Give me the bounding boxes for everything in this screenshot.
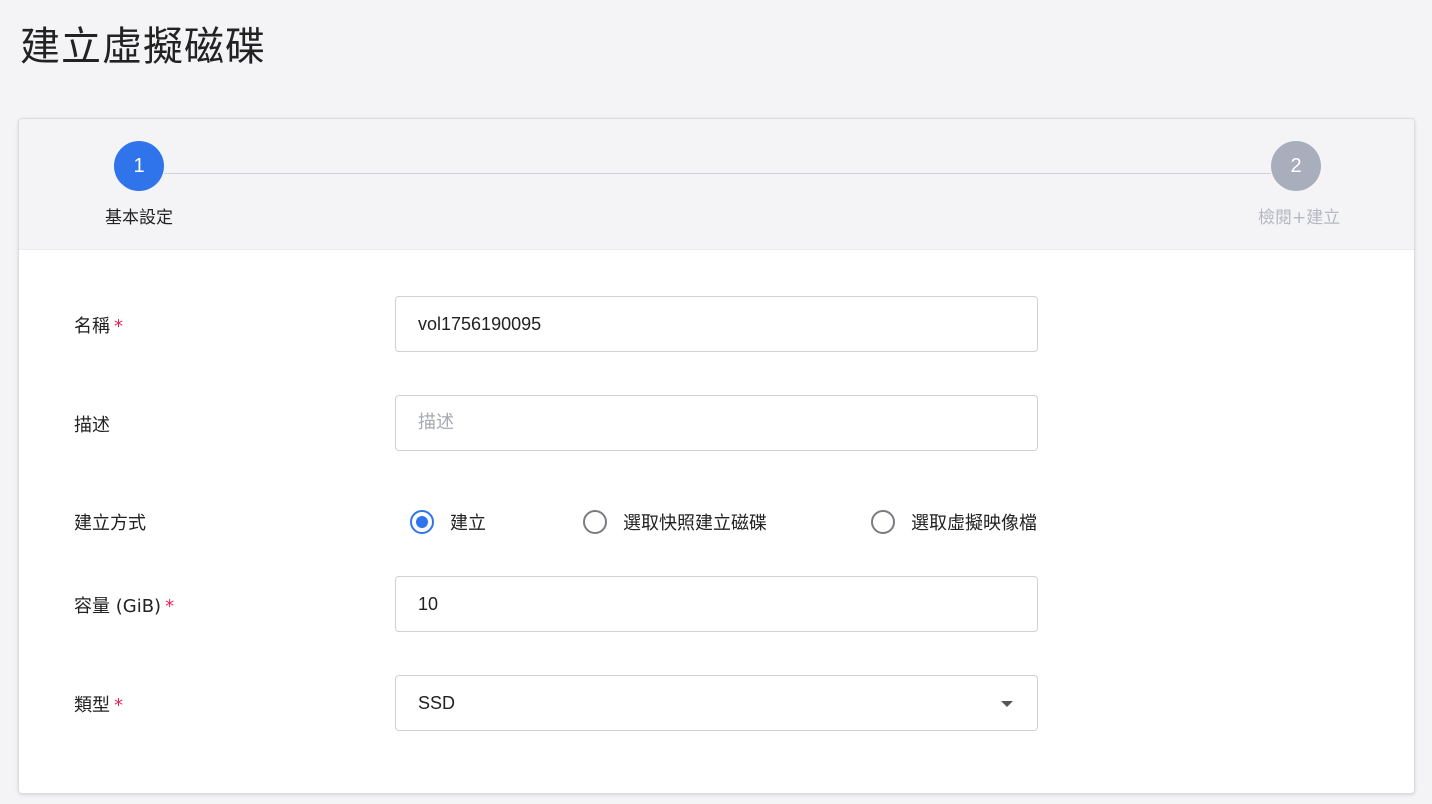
stepper: 1 基本設定 2 檢閱+建立 [19, 119, 1414, 250]
step-2-label: 檢閱+建立 [1258, 208, 1341, 228]
description-label: 描述 [74, 415, 110, 436]
name-label: 名稱 * [74, 316, 123, 337]
description-input[interactable]: 描述 [395, 395, 1038, 451]
radio-checked-icon[interactable] [410, 510, 434, 534]
stepper-connector [164, 173, 1271, 174]
step-1-label: 基本設定 [105, 208, 173, 228]
radio-option-from-image[interactable]: 選取虛擬映像檔 [871, 509, 1037, 535]
type-label: 類型 * [74, 695, 123, 716]
radio-unchecked-icon[interactable] [583, 510, 607, 534]
chevron-down-icon[interactable] [1001, 701, 1013, 707]
page-title: 建立虛擬磁碟 [20, 24, 266, 70]
radio-label-from-image: 選取虛擬映像檔 [911, 513, 1037, 534]
step-1-circle[interactable]: 1 [114, 141, 164, 191]
name-input[interactable]: vol1756190095 [395, 296, 1038, 352]
radio-label-create: 建立 [450, 513, 486, 534]
radio-option-from-snapshot[interactable]: 選取快照建立磁碟 [583, 509, 767, 535]
wizard-card: 1 基本設定 2 檢閱+建立 名稱 * vol1756190095 描述 描述 建… [18, 118, 1415, 794]
radio-label-from-snapshot: 選取快照建立磁碟 [623, 513, 767, 534]
type-select[interactable]: SSD [395, 675, 1038, 731]
creation-method-label: 建立方式 [74, 513, 146, 534]
capacity-label: 容量 (GiB) * [74, 596, 175, 617]
required-mark: * [114, 695, 123, 716]
required-mark: * [114, 316, 123, 337]
step-2-circle[interactable]: 2 [1271, 141, 1321, 191]
required-mark: * [165, 596, 175, 617]
type-select-value: SSD [418, 693, 456, 713]
capacity-input[interactable]: 10 [395, 576, 1038, 632]
radio-unchecked-icon[interactable] [871, 510, 895, 534]
radio-option-create[interactable]: 建立 [410, 509, 486, 535]
